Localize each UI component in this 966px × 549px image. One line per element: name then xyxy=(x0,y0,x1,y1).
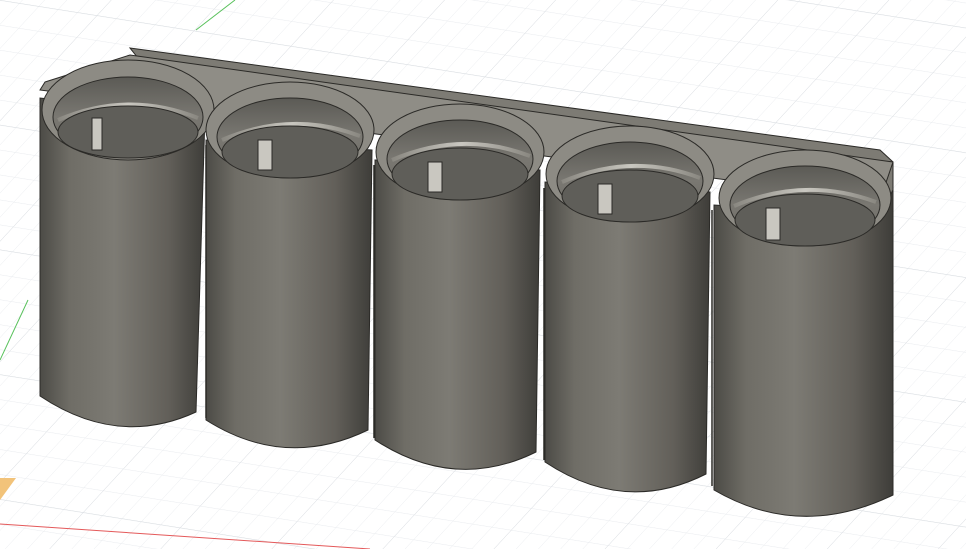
cup-3 xyxy=(374,103,545,470)
cup-5 xyxy=(713,149,894,517)
viewport-canvas[interactable] xyxy=(0,0,966,549)
cup-1 xyxy=(39,59,215,428)
cup-4 xyxy=(544,125,715,493)
cad-viewport[interactable] xyxy=(0,0,966,549)
cup-2 xyxy=(205,81,375,449)
